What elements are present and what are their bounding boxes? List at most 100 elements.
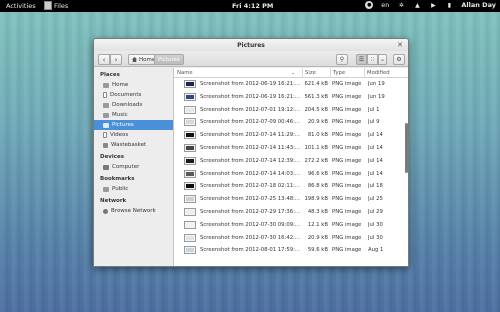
scrollbar-thumb[interactable]: [405, 123, 408, 173]
sidebar-item-videos[interactable]: Videos: [94, 130, 173, 140]
sidebar-heading-network: Network: [100, 198, 127, 204]
file-row[interactable]: Screenshot from 2012-07-14 11:29:... 81.0…: [174, 129, 402, 142]
image-thumbnail-icon: [184, 246, 196, 255]
thumbnail-preview: [186, 120, 194, 125]
window-titlebar[interactable]: Pictures ✕: [94, 39, 408, 51]
breadcrumb-pictures-label: Pictures: [158, 56, 180, 63]
file-row[interactable]: Screenshot from 2012-07-18 02:11:... 86.8…: [174, 180, 402, 193]
file-row[interactable]: Screenshot from 2012-07-30 09:09:... 12.1…: [174, 219, 402, 232]
network-icon: [103, 208, 108, 214]
clock[interactable]: Fri 4:12 PM: [232, 2, 273, 10]
volume-icon[interactable]: ▶: [429, 1, 437, 9]
toolbar: ‹ › Home Pictures ⚲ ☰ ∷ ⌄ ⚙: [94, 51, 408, 67]
file-row[interactable]: Screenshot from 2012-07-14 14:03:... 96.6…: [174, 168, 402, 181]
view-options-button[interactable]: ⌄: [378, 54, 387, 65]
thumbnail-preview: [186, 184, 194, 189]
column-header-modified[interactable]: Modified: [364, 68, 400, 78]
thumbnail-preview: [186, 158, 194, 163]
image-thumbnail-icon: [184, 195, 196, 204]
image-thumbnail-icon: [184, 182, 196, 191]
sidebar-item-public[interactable]: Public: [94, 184, 173, 194]
close-icon[interactable]: ✕: [396, 41, 404, 49]
column-header-type[interactable]: Type: [330, 68, 362, 78]
sidebar-item-downloads[interactable]: Downloads: [94, 100, 173, 110]
keyboard-layout-indicator[interactable]: en: [381, 1, 389, 9]
file-size: 20.9 kB: [307, 234, 328, 241]
column-header-name[interactable]: Name: [177, 68, 297, 78]
file-row[interactable]: Screenshot from 2012-06-19 16:21:... 561.…: [174, 91, 402, 104]
file-name: Screenshot from 2012-06-19 16:21:...: [200, 93, 300, 100]
file-modified: Jul 9: [368, 119, 380, 126]
network-status-icon[interactable]: ▲: [413, 1, 421, 9]
sort-descending-icon: ⌄: [291, 70, 296, 76]
list-view-button[interactable]: ☰: [356, 54, 367, 65]
file-type: PNG image: [332, 183, 362, 190]
sidebar-item-label: Public: [112, 186, 129, 192]
sidebar-item-label: Videos: [110, 132, 129, 138]
file-row[interactable]: Screenshot from 2012-07-30 16:42:... 20.9…: [174, 232, 402, 245]
file-name: Screenshot from 2012-07-14 11:43:...: [200, 144, 300, 151]
app-menu[interactable]: Files: [44, 1, 68, 10]
sidebar: Places Home Documents Downloads Music Pi…: [94, 68, 174, 266]
scrollbar[interactable]: [404, 79, 408, 266]
column-header-size[interactable]: Size: [302, 68, 328, 78]
grid-view-icon: ∷: [370, 56, 375, 63]
settings-button[interactable]: ⚙: [393, 54, 405, 65]
grid-view-button[interactable]: ∷: [367, 54, 378, 65]
sidebar-item-label: Music: [112, 112, 128, 118]
file-type: PNG image: [332, 106, 362, 113]
chevron-left-icon: ‹: [102, 55, 106, 64]
image-thumbnail-icon: [184, 169, 196, 178]
sidebar-item-browse-network[interactable]: Browse Network: [94, 206, 173, 216]
file-row[interactable]: Screenshot from 2012-07-01 19:12:... 204.…: [174, 104, 402, 117]
image-thumbnail-icon: [184, 207, 196, 216]
sidebar-item-label: Pictures: [112, 122, 134, 128]
accessibility-icon[interactable]: ●: [365, 1, 374, 9]
files-window: Pictures ✕ ‹ › Home Pictures ⚲ ☰ ∷ ⌄ ⚙ P…: [93, 38, 409, 267]
sidebar-item-computer[interactable]: Computer: [94, 162, 173, 172]
file-size: 12.1 kB: [307, 221, 328, 228]
file-name: Screenshot from 2012-08-01 17:59:...: [200, 247, 300, 254]
image-thumbnail-icon: [184, 156, 196, 165]
file-size: 86.8 kB: [307, 183, 328, 190]
file-modified: Jul 14: [368, 170, 383, 177]
file-type: PNG image: [332, 144, 362, 151]
list-header: Name ⌄ Size Type Modified: [174, 68, 408, 78]
file-rows: Screenshot from 2012-06-19 16:21:... 621.…: [174, 78, 402, 257]
sidebar-item-music[interactable]: Music: [94, 110, 173, 120]
user-menu[interactable]: Allan Day: [461, 1, 496, 9]
sidebar-item-wastebasket[interactable]: Wastebasket: [94, 140, 173, 150]
file-row[interactable]: Screenshot from 2012-06-19 16:21:... 621.…: [174, 78, 402, 91]
search-icon: ⚲: [339, 56, 345, 63]
computer-icon: [103, 164, 109, 170]
forward-button[interactable]: ›: [110, 54, 122, 65]
file-row[interactable]: Screenshot from 2012-07-14 11:43:... 101.…: [174, 142, 402, 155]
file-row[interactable]: Screenshot from 2012-07-14 12:39:... 272.…: [174, 155, 402, 168]
downloads-icon: [103, 102, 109, 108]
sidebar-item-home[interactable]: Home: [94, 80, 173, 90]
activities-button[interactable]: Activities: [6, 2, 36, 10]
sidebar-item-pictures[interactable]: Pictures: [94, 120, 173, 130]
list-view-icon: ☰: [358, 56, 365, 63]
back-button[interactable]: ‹: [98, 54, 110, 65]
search-button[interactable]: ⚲: [336, 54, 348, 65]
app-menu-label: Files: [54, 1, 69, 10]
file-type: PNG image: [332, 157, 362, 164]
file-name: Screenshot from 2012-07-01 19:12:...: [200, 106, 300, 113]
file-modified: Jun 19: [368, 93, 385, 100]
image-thumbnail-icon: [184, 105, 196, 114]
file-size: 81.0 kB: [307, 132, 328, 139]
breadcrumb-pictures[interactable]: Pictures: [154, 54, 184, 65]
battery-icon[interactable]: ▮: [445, 1, 453, 9]
file-row[interactable]: Screenshot from 2012-08-01 17:59:... 59.6…: [174, 244, 402, 257]
file-row[interactable]: Screenshot from 2012-07-25 13:48:... 198.…: [174, 193, 402, 206]
file-row[interactable]: Screenshot from 2012-07-09 00:46:... 20.9…: [174, 116, 402, 129]
file-size: 20.9 kB: [307, 119, 328, 126]
breadcrumb-home-label: Home: [139, 56, 156, 63]
file-row[interactable]: Screenshot from 2012-07-29 17:36:... 48.3…: [174, 206, 402, 219]
file-type: PNG image: [332, 119, 362, 126]
sidebar-item-documents[interactable]: Documents: [94, 90, 173, 100]
bluetooth-icon[interactable]: ✲: [397, 1, 405, 9]
file-size: 48.3 kB: [307, 208, 328, 215]
thumbnail-preview: [186, 82, 194, 86]
